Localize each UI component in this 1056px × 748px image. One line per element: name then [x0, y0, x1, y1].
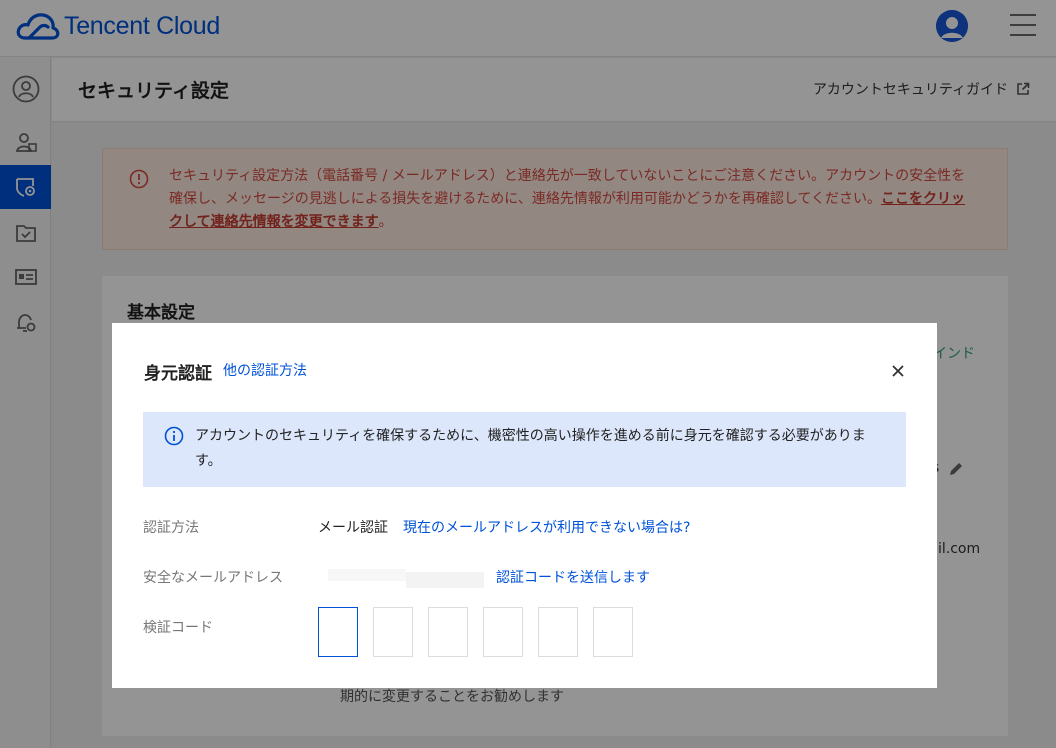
masked-email-part: [328, 569, 406, 581]
info-circle-icon: [164, 426, 184, 446]
verification-code-label: 検証コード: [143, 620, 213, 636]
dialog-title: 身元認証: [144, 364, 212, 384]
info-notice: アカウントのセキュリティを確保するために、機密性の高い操作を進める前に身元を確認…: [143, 412, 906, 487]
code-digit-2[interactable]: [373, 607, 413, 657]
email-unavailable-link[interactable]: 現在のメールアドレスが利用できない場合は?: [403, 517, 690, 537]
other-methods-link[interactable]: 他の認証方法: [223, 360, 307, 380]
masked-email-domain: [406, 572, 484, 588]
code-digit-5[interactable]: [538, 607, 578, 657]
code-digit-6[interactable]: [593, 607, 633, 657]
info-text: アカウントのセキュリティを確保するために、機密性の高い操作を進める前に身元を確認…: [195, 428, 866, 469]
identity-verification-dialog: 身元認証 他の認証方法 アカウントのセキュリティを確保するために、機密性の高い操…: [112, 323, 937, 688]
code-digit-4[interactable]: [483, 607, 523, 657]
close-icon[interactable]: [888, 361, 908, 381]
auth-method-label: 認証方法: [143, 520, 199, 536]
send-code-link[interactable]: 認証コードを送信します: [496, 567, 650, 587]
code-digit-3[interactable]: [428, 607, 468, 657]
code-digit-1[interactable]: [318, 607, 358, 657]
auth-method-value: メール認証: [318, 520, 388, 536]
secure-email-label: 安全なメールアドレス: [143, 570, 283, 586]
